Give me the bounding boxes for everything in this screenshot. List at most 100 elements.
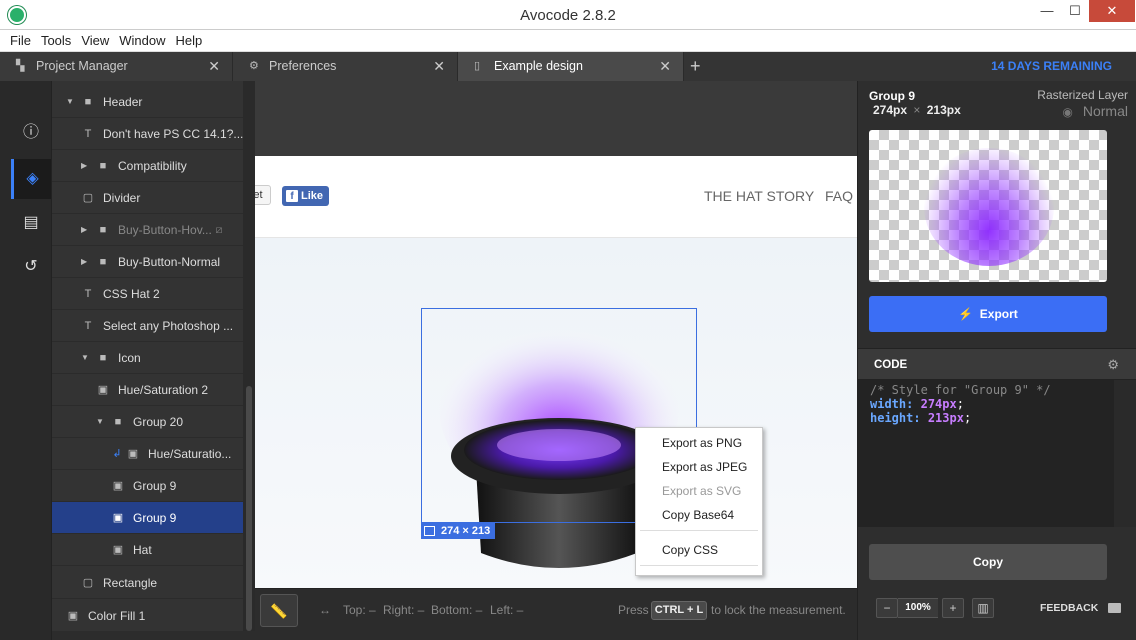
measure-top: Top: – [343,603,376,617]
history-icon[interactable]: ↺ [11,247,51,287]
add-tab-button[interactable]: + [690,52,701,81]
measurement-bar: 📏 ↔ Top: – Right: – Bottom: – Left: – Pr… [255,588,857,631]
trial-remaining-link[interactable]: 14 DAYS REMAINING [991,52,1112,81]
image-layer-icon: ▣ [112,480,124,492]
shortcut-key: CTRL + L [651,601,707,620]
export-jpeg-menu-item[interactable]: Export as JPEG [662,457,747,477]
export-png-menu-item[interactable]: Export as PNG [662,433,742,453]
blend-mode: ◉ Normal [1062,103,1128,119]
chevron-down-icon[interactable]: ▼ [96,406,104,437]
minimize-button[interactable]: — [1032,0,1062,22]
copy-button[interactable]: Copy [869,544,1107,580]
gear-icon[interactable]: ⚙ [1107,349,1119,381]
menu-tools[interactable]: Tools [36,30,76,52]
zoom-in-button[interactable]: + [942,598,964,618]
facebook-like-button[interactable]: f Like [282,186,329,206]
image-icon [424,526,435,536]
title-bar: Avocode 2.8.2 — ☐ ✕ [0,0,1136,30]
copy-base64-menu-item[interactable]: Copy Base64 [662,505,734,525]
maximize-button[interactable]: ☐ [1060,0,1090,22]
close-icon[interactable]: ✕ [659,52,671,81]
design-canvas[interactable]: et f Like THE HAT STORY FAQ 274 × 213 Exp… [255,81,857,588]
code-label: CODE [874,359,908,371]
layer-item[interactable]: T Select any Photoshop ... [52,310,243,342]
close-icon[interactable]: ✕ [208,52,220,81]
layer-item-selected[interactable]: ▣ Group 9 [52,502,243,534]
layer-item[interactable]: ↲ ▣ Hue/Saturatio... [52,438,243,470]
menu-help[interactable]: Help [171,30,208,52]
eye-icon[interactable]: ◉ [1062,105,1072,119]
folder-icon: ■ [99,352,107,364]
layers-scrollbar[interactable] [243,81,255,631]
chat-bubble-icon [1108,603,1122,614]
layer-item[interactable]: ▶ ■ Buy-Button-Hov... ⧄ [52,214,243,246]
zoom-level: 100% [898,598,938,618]
shape-layer-icon: ▢ [82,577,94,589]
chevron-right-icon[interactable]: ▶ [81,214,87,245]
code-block[interactable]: /* Style for "Group 9" */ width: 274px; … [858,380,1114,527]
tab-label: Preferences [269,59,337,73]
layer-item[interactable]: ▣ Color Fill 1 [52,600,243,631]
comments-icon[interactable]: ▤ [11,203,51,243]
left-toolbar: ⓘ ◈ ▤ ↺ [0,81,52,640]
layer-item[interactable]: ▼ ■ Group 20 [52,406,243,438]
ruler-icon[interactable]: 📏 [260,594,298,627]
nav-faq[interactable]: FAQ [825,188,853,204]
code-comment: /* Style for "Group 9" */ [870,383,1051,397]
layers-icon: ▚ [16,60,25,72]
close-window-button[interactable]: ✕ [1089,0,1135,22]
shape-layer-icon: ▢ [82,192,94,204]
chevron-down-icon[interactable]: ▼ [66,86,74,117]
tab-preferences[interactable]: ⚙ Preferences ✕ [233,52,458,81]
text-layer-icon: T [84,128,92,140]
arrows-icon: ↔ [319,603,331,617]
export-button[interactable]: ⚡ Export [869,296,1107,332]
layer-item[interactable]: T CSS Hat 2 [52,278,243,310]
document-icon: ▯ [474,60,481,72]
inspector-panel: Group 9 274px × 213px Rasterized Layer ◉… [857,81,1136,640]
layer-item[interactable]: ▣ Hat [52,534,243,566]
preview-image [924,148,1054,266]
image-layer-icon: ▣ [112,544,124,556]
tweet-button[interactable]: et [255,185,271,205]
layer-item[interactable]: ▶ ■ Compatibility [52,150,243,182]
copy-css-menu-item[interactable]: Copy CSS [662,540,718,560]
info-icon[interactable]: ⓘ [11,113,51,153]
nav-the-hat-story[interactable]: THE HAT STORY [704,188,814,204]
window-title: Avocode 2.8.2 [520,7,616,24]
menu-view[interactable]: View [76,30,114,52]
layer-item[interactable]: ▢ Rectangle [52,567,243,599]
layer-item[interactable]: ▣ Hue/Saturation 2 [52,374,243,406]
tab-example-design[interactable]: ▯ Example design ✕ [458,52,684,81]
layer-item[interactable]: ▼ ■ Icon [52,342,243,374]
folder-icon: ■ [99,256,107,268]
layer-item[interactable]: T Don't have PS CC 14.1?... [52,118,243,150]
zoom-out-button[interactable]: − [876,598,898,618]
code-line-width: width: 274px; [870,397,964,411]
context-menu: Export as PNG Export as JPEG Export as S… [635,427,763,576]
close-icon[interactable]: ✕ [433,52,445,81]
layers-stack-icon[interactable]: ◈ [11,159,51,199]
code-header: CODE ⚙ [858,348,1136,380]
layer-item[interactable]: ▢ Divider [52,182,243,214]
measure-right: Right: – [383,603,425,617]
layer-item[interactable]: ▼ ■ Header [52,86,243,118]
hidden-layer-icon[interactable]: ⧄ [212,214,226,245]
chevron-down-icon[interactable]: ▼ [81,342,89,373]
scrollbar-thumb[interactable] [246,386,252,631]
menu-window[interactable]: Window [114,30,170,52]
folder-icon: ■ [114,416,122,428]
layer-item[interactable]: ▣ Group 9 [52,470,243,502]
facebook-icon: f [286,190,298,202]
pixel-grid-icon[interactable]: ▥ [972,598,994,618]
code-scrollbar[interactable] [1114,380,1136,527]
chevron-right-icon[interactable]: ▶ [81,246,87,277]
tab-project-manager[interactable]: ▚ Project Manager ✕ [0,52,233,81]
layer-name: Group 9 [869,89,916,103]
chevron-right-icon[interactable]: ▶ [81,150,87,181]
tab-label: Project Manager [36,59,128,73]
feedback-button[interactable]: FEEDBACK [1040,598,1122,618]
menu-file[interactable]: File [0,30,36,52]
measure-left: Left: – [490,603,524,617]
layer-item[interactable]: ▶ ■ Buy-Button-Normal [52,246,243,278]
